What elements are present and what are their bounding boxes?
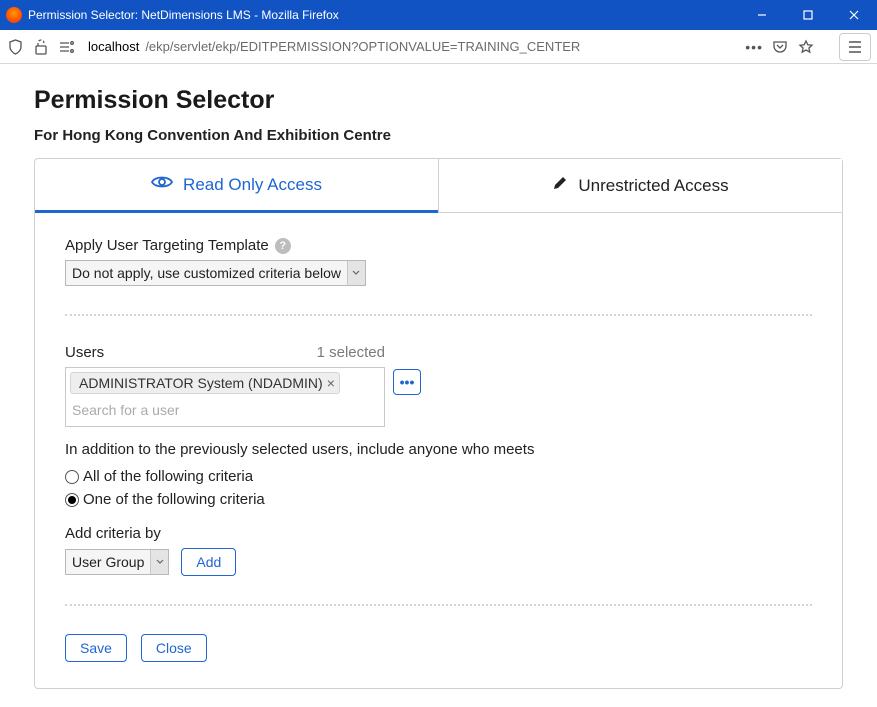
user-chip: ADMINISTRATOR System (NDADMIN) × — [70, 372, 340, 394]
window-maximize-button[interactable] — [785, 0, 831, 30]
permissions-icon[interactable] — [58, 38, 76, 56]
template-label-text: Apply User Targeting Template — [65, 237, 269, 254]
users-multiselect[interactable]: ADMINISTRATOR System (NDADMIN) × — [65, 367, 385, 427]
user-picker-button[interactable]: ••• — [393, 369, 421, 395]
page-subheading: For Hong Kong Convention And Exhibition … — [34, 127, 843, 144]
criteria-type-select[interactable]: User Group — [65, 549, 169, 575]
lock-open-icon[interactable] — [32, 38, 50, 56]
radio-all-criteria[interactable] — [65, 470, 79, 484]
separator — [65, 604, 812, 606]
window-close-button[interactable] — [831, 0, 877, 30]
url-path: /ekp/servlet/ekp/EDITPERMISSION?OPTIONVA… — [145, 39, 580, 54]
users-label: Users — [65, 344, 104, 361]
chevron-down-icon — [150, 550, 168, 574]
close-button[interactable]: Close — [141, 634, 207, 662]
bookmark-star-icon[interactable] — [797, 38, 815, 56]
add-criteria-button[interactable]: Add — [181, 548, 236, 576]
user-chip-label: ADMINISTRATOR System (NDADMIN) — [79, 375, 323, 391]
url-display[interactable]: localhost/ekp/servlet/ekp/EDITPERMISSION… — [84, 39, 737, 54]
firefox-icon — [6, 7, 22, 23]
hamburger-menu-button[interactable] — [839, 33, 871, 61]
tab-unrestricted-access[interactable]: Unrestricted Access — [438, 159, 842, 213]
user-search-input[interactable] — [70, 398, 380, 422]
window-title: Permission Selector: NetDimensions LMS -… — [28, 8, 739, 22]
ellipsis-icon: ••• — [400, 374, 415, 390]
address-bar: localhost/ekp/servlet/ekp/EDITPERMISSION… — [0, 30, 877, 64]
window-titlebar: Permission Selector: NetDimensions LMS -… — [0, 0, 877, 30]
tab-label: Read Only Access — [183, 175, 322, 195]
save-button[interactable]: Save — [65, 634, 127, 662]
chevron-down-icon — [347, 261, 365, 285]
help-icon[interactable]: ? — [275, 238, 291, 254]
tabs: Read Only Access Unrestricted Access — [35, 159, 842, 213]
pocket-icon[interactable] — [771, 38, 789, 56]
shield-icon[interactable] — [6, 38, 24, 56]
add-criteria-label: Add criteria by — [65, 525, 812, 542]
url-host: localhost — [88, 39, 139, 54]
page-title: Permission Selector — [34, 86, 843, 115]
template-select-value: Do not apply, use customized criteria be… — [72, 265, 341, 281]
pencil-icon — [552, 175, 568, 196]
radio-all-label: All of the following criteria — [83, 466, 253, 489]
template-select[interactable]: Do not apply, use customized criteria be… — [65, 260, 366, 286]
tab-label: Unrestricted Access — [578, 176, 728, 196]
criteria-intro: In addition to the previously selected u… — [65, 441, 812, 458]
chip-remove-icon[interactable]: × — [327, 375, 335, 391]
criteria-select-value: User Group — [72, 554, 144, 570]
users-selected-count: 1 selected — [317, 344, 385, 361]
separator — [65, 314, 812, 316]
tab-read-only-access[interactable]: Read Only Access — [35, 159, 438, 213]
window-minimize-button[interactable] — [739, 0, 785, 30]
template-field-label: Apply User Targeting Template ? — [65, 237, 812, 254]
permission-panel: Read Only Access Unrestricted Access App… — [34, 158, 843, 689]
radio-one-criteria[interactable] — [65, 493, 79, 507]
radio-one-label: One of the following criteria — [83, 489, 265, 512]
overflow-indicator[interactable]: ••• — [745, 39, 763, 55]
eye-icon — [151, 174, 173, 195]
